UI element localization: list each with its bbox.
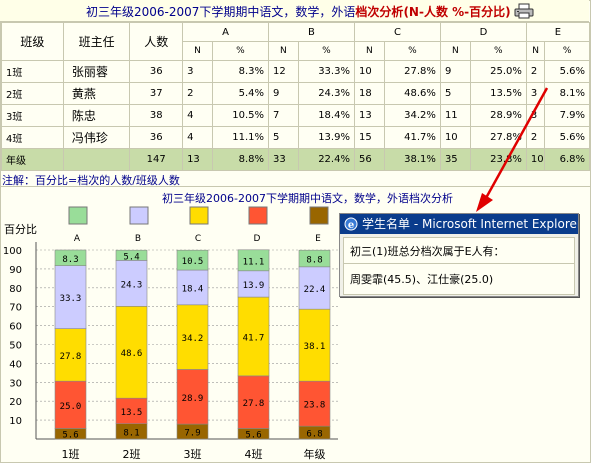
window-title-bar[interactable]: e 学生名单 - Microsoft Internet Explorer xyxy=(340,214,578,234)
window-title: 学生名单 - Microsoft Internet Explorer xyxy=(362,217,578,231)
y-tick-label: 50 xyxy=(9,341,22,352)
data-label: 8.8 xyxy=(306,256,322,266)
data-label: 24.3 xyxy=(121,280,143,290)
data-label: 5.6 xyxy=(62,431,78,441)
annotation-arrow xyxy=(484,87,549,199)
x-tick-label: 2班 xyxy=(123,448,141,461)
popup-heading: 初三(1)班总分档次属于E人有： xyxy=(350,245,505,258)
legend-label-b: B xyxy=(135,234,141,244)
arrow-head xyxy=(476,193,493,212)
data-label: 27.8 xyxy=(243,399,265,409)
data-label: 5.6 xyxy=(245,431,261,441)
data-label: 25.0 xyxy=(60,402,82,412)
x-tick-label: 年级 xyxy=(304,447,326,461)
data-label: 33.3 xyxy=(60,294,82,304)
data-label: 13.5 xyxy=(121,408,143,418)
legend-label-c: C xyxy=(195,234,201,244)
data-label: 28.9 xyxy=(182,394,204,404)
legend-swatch-d xyxy=(248,206,268,225)
legend-label-e: E xyxy=(315,234,321,244)
data-label: 22.4 xyxy=(304,285,326,295)
student-list-window[interactable]: e 学生名单 - Microsoft Internet Explorer 初三(… xyxy=(339,213,579,297)
x-tick-label: 4班 xyxy=(245,448,263,461)
data-label: 18.4 xyxy=(182,284,204,294)
data-label: 48.6 xyxy=(121,349,143,359)
y-tick-label: 70 xyxy=(9,303,22,314)
y-tick-label: 40 xyxy=(9,359,22,370)
data-label: 10.5 xyxy=(182,257,204,267)
svg-text:e: e xyxy=(348,220,354,231)
y-tick-label: 100 xyxy=(3,246,22,257)
y-axis-label: 百分比 xyxy=(4,223,37,236)
legend-swatch-c xyxy=(189,206,209,225)
y-tick-label: 30 xyxy=(9,378,22,389)
data-label: 34.2 xyxy=(182,334,204,344)
legend-swatch-a xyxy=(68,206,88,225)
y-tick-label: 10 xyxy=(9,416,22,427)
data-label: 6.8 xyxy=(306,430,322,440)
data-label: 11.1 xyxy=(243,257,265,267)
legend-label-a: A xyxy=(74,234,81,244)
y-tick-label: 20 xyxy=(9,397,22,408)
data-label: 8.1 xyxy=(123,428,139,438)
x-tick-label: 1班 xyxy=(62,448,80,461)
data-label: 38.1 xyxy=(304,342,326,352)
x-tick-label: 3班 xyxy=(184,448,202,461)
data-label: 8.3 xyxy=(62,255,78,265)
data-label: 27.8 xyxy=(60,352,82,362)
data-label: 7.9 xyxy=(184,429,200,439)
y-tick-label: 60 xyxy=(9,322,22,333)
data-label: 5.4 xyxy=(123,252,139,262)
student-names: 周雯霏(45.5)、江仕豪(25.0) xyxy=(350,273,494,286)
window-content: 初三(1)班总分档次属于E人有： 周雯霏(45.5)、江仕豪(25.0) xyxy=(343,237,575,295)
data-label: 41.7 xyxy=(243,333,265,343)
ie-icon: e xyxy=(344,217,358,231)
data-label: 23.8 xyxy=(304,401,326,411)
legend-swatch-e xyxy=(309,206,329,225)
data-label: 13.9 xyxy=(243,281,265,291)
y-tick-label: 90 xyxy=(9,265,22,276)
legend-swatch-b xyxy=(129,206,149,225)
popup-divider xyxy=(344,263,574,264)
y-tick-label: 80 xyxy=(9,284,22,295)
legend-label-d: D xyxy=(254,234,261,244)
